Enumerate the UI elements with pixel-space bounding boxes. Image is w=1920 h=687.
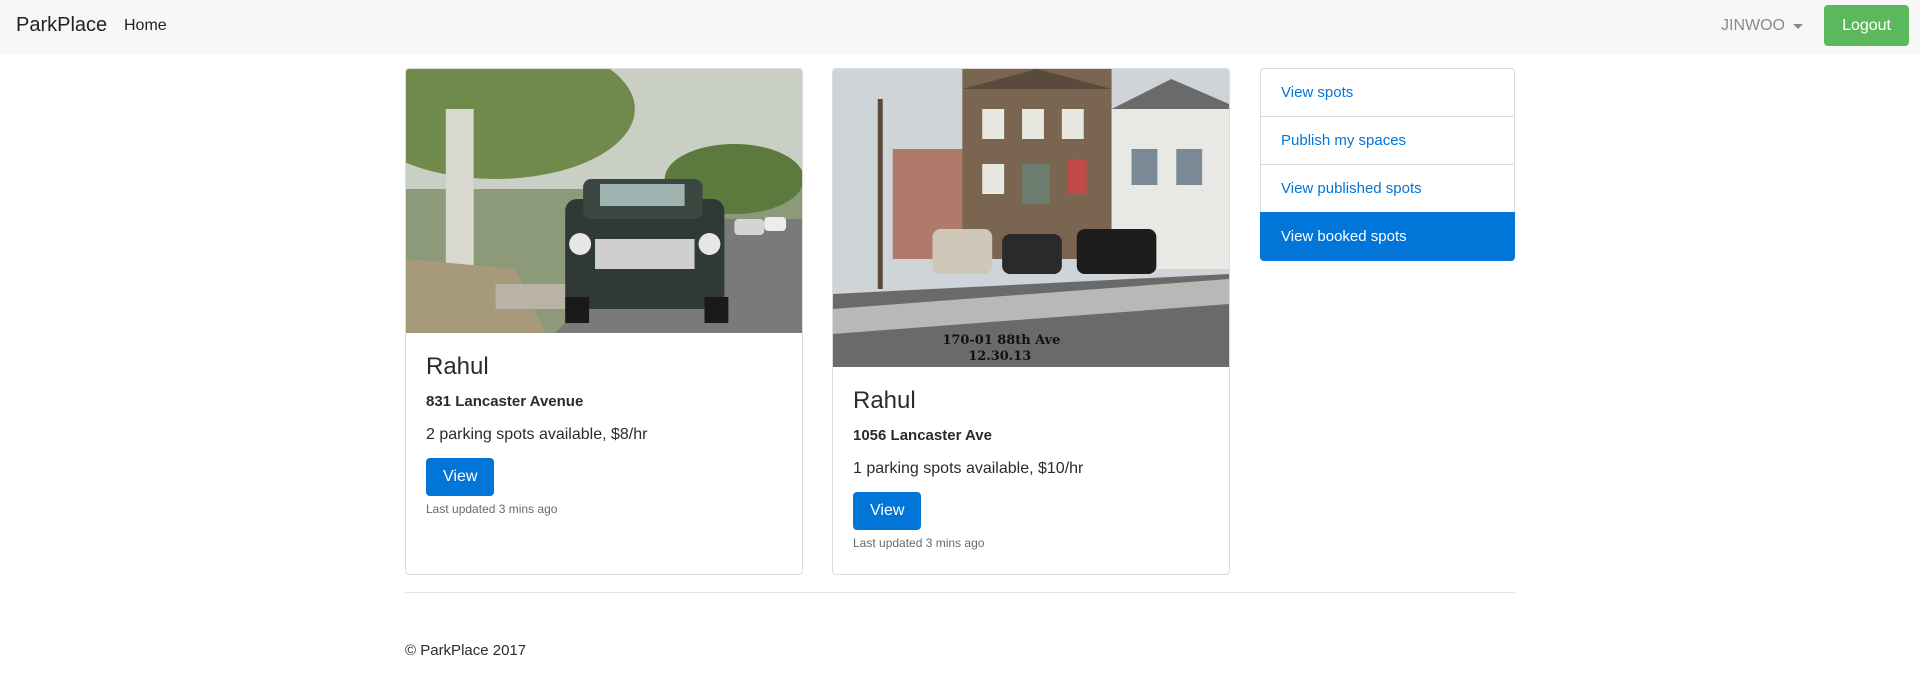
logout-button[interactable]: Logout [1824, 5, 1909, 46]
card-address: 1056 Lancaster Ave [853, 427, 992, 444]
nav-home-link[interactable]: Home [124, 17, 167, 35]
parking-photo-car-street [406, 69, 802, 333]
footer-divider [405, 592, 1515, 593]
sidebar-item-publish-spaces[interactable]: Publish my spaces [1260, 116, 1515, 165]
view-button[interactable]: View [426, 458, 495, 496]
parking-card: 170-01 88th Ave 12.30.13 Rahul 1056 Lanc… [832, 68, 1230, 575]
sidebar-item-view-spots[interactable]: View spots [1260, 68, 1515, 117]
top-navbar: ParkPlace Home JINWOO Logout [0, 0, 1920, 54]
footer-copyright: © ParkPlace 2017 [405, 642, 527, 659]
sidebar-item-view-published[interactable]: View published spots [1260, 164, 1515, 213]
last-updated: Last updated 3 mins ago [426, 502, 558, 516]
photo-caption-line1: 170-01 88th Ave [942, 333, 1060, 348]
card-availability: 1 parking spots available, $10/hr [853, 460, 1084, 477]
last-updated: Last updated 3 mins ago [853, 536, 985, 550]
user-name: JINWOO [1721, 17, 1785, 34]
view-button[interactable]: View [853, 492, 922, 530]
card-owner-name: Rahul [853, 387, 916, 414]
card-availability: 2 parking spots available, $8/hr [426, 426, 648, 443]
sidebar-item-view-booked[interactable]: View booked spots [1260, 212, 1515, 261]
parking-card: Rahul 831 Lancaster Avenue 2 parking spo… [405, 68, 803, 575]
user-dropdown[interactable]: JINWOO [1721, 17, 1803, 35]
parking-photo-house-driveway: 170-01 88th Ave 12.30.13 [833, 69, 1229, 367]
card-owner-name: Rahul [426, 353, 489, 380]
card-address: 831 Lancaster Avenue [426, 393, 584, 410]
sidebar-menu: View spots Publish my spaces View publis… [1260, 68, 1515, 261]
caret-down-icon [1793, 23, 1803, 29]
photo-caption-line2: 12.30.13 [968, 349, 1031, 364]
brand-link[interactable]: ParkPlace [16, 14, 107, 37]
